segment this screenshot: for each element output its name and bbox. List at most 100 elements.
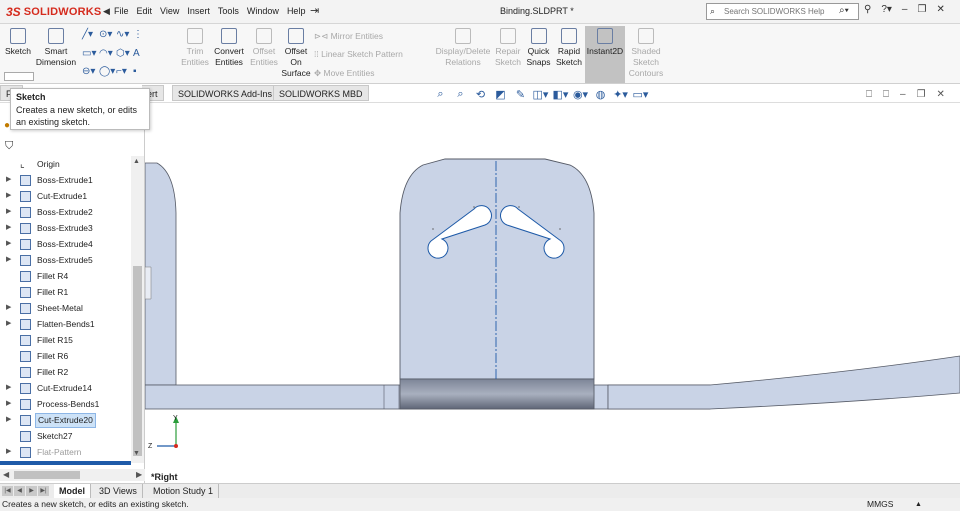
- tree-horizontal-scrollbar[interactable]: ◀ ▶: [0, 469, 145, 481]
- previous-view-icon[interactable]: ⟲: [472, 88, 489, 101]
- expand-arrow-icon[interactable]: ▶: [6, 380, 11, 396]
- expand-arrow-icon[interactable]: ▶: [6, 396, 11, 412]
- tree-item[interactable]: ▶ Cut-Extrude14: [0, 380, 131, 396]
- tree-item[interactable]: ▶ Flatten-Bends1: [0, 316, 131, 332]
- solidworks-logo[interactable]: 3S SOLIDWORKS: [6, 4, 101, 20]
- doc-minimize-icon[interactable]: –: [900, 89, 906, 100]
- trim-entities-button[interactable]: Trim Entities: [180, 28, 210, 68]
- offset-entities-button[interactable]: Offset Entities: [248, 28, 280, 68]
- tree-item[interactable]: ▶ Cut-Extrude20: [0, 412, 131, 428]
- doc-close-icon[interactable]: ✕: [937, 89, 945, 100]
- menu-help[interactable]: Help: [287, 6, 306, 16]
- point-tool-icon[interactable]: ▪: [133, 66, 150, 77]
- expand-arrow-icon[interactable]: ▶: [6, 252, 11, 268]
- rollback-bar[interactable]: [0, 461, 131, 465]
- unit-dropdown-icon[interactable]: ▲: [915, 498, 922, 511]
- tree-item[interactable]: ▶ Sheet-Metal: [0, 300, 131, 316]
- rectangle-tool-icon[interactable]: ▭▾: [82, 48, 99, 59]
- view-orientation-icon[interactable]: ◫▾: [532, 88, 549, 101]
- central-tab[interactable]: [399, 158, 595, 380]
- menu-insert[interactable]: Insert: [187, 6, 210, 16]
- menu-window[interactable]: Window: [247, 6, 279, 16]
- tree-item[interactable]: ▶ Cut-Extrude1: [0, 188, 131, 204]
- linear-pattern-button[interactable]: ⁞⁞ Linear Sketch Pattern: [314, 49, 403, 59]
- tab-3d-views[interactable]: 3D Views: [94, 484, 143, 499]
- help-icon[interactable]: ?▾: [881, 4, 892, 15]
- search-icon[interactable]: ⌕▾: [839, 5, 849, 16]
- display-delete-relations-button[interactable]: Display/Delete Relations: [434, 28, 492, 68]
- tile-view-icon[interactable]: ⎕: [883, 89, 889, 100]
- mirror-small-icon[interactable]: ⋮: [133, 29, 150, 40]
- tree-item[interactable]: Fillet R1: [0, 284, 131, 300]
- smart-dimension-button[interactable]: Smart Dimension: [34, 28, 78, 68]
- help-search-input[interactable]: [724, 6, 834, 17]
- hscrollbar-thumb[interactable]: [14, 471, 80, 479]
- repair-sketch-button[interactable]: Repair Sketch: [494, 28, 522, 68]
- menu-expand-arrow-icon[interactable]: ◀: [103, 6, 110, 17]
- shaded-sketch-contours-button[interactable]: Shaded Sketch Contours: [626, 28, 666, 79]
- unit-system[interactable]: MMGS: [867, 498, 893, 511]
- tree-item[interactable]: ▶ Boss-Extrude4: [0, 236, 131, 252]
- expand-arrow-icon[interactable]: ▶: [6, 316, 11, 332]
- tree-item[interactable]: ▶ Boss-Extrude5: [0, 252, 131, 268]
- convert-entities-button[interactable]: Convert Entities: [211, 28, 247, 68]
- user-icon[interactable]: ⚲: [864, 4, 871, 15]
- scroll-right-icon[interactable]: ▶: [136, 470, 142, 479]
- sketch-dropdown[interactable]: [4, 72, 34, 81]
- filter-icon[interactable]: ⛉: [5, 140, 13, 153]
- zoom-to-area-icon[interactable]: ⌕: [452, 88, 469, 101]
- pin-menu-icon[interactable]: ⇥: [310, 4, 319, 17]
- menu-file[interactable]: File: [114, 6, 129, 16]
- zoom-to-fit-icon[interactable]: ⌕: [432, 88, 449, 101]
- search-scope-icon[interactable]: ⌕: [710, 6, 715, 17]
- tree-item[interactable]: Sketch27: [0, 428, 131, 444]
- scroll-down-icon[interactable]: ▼: [133, 450, 140, 457]
- hide-show-items-icon[interactable]: ◉▾: [572, 88, 589, 101]
- display-style-icon[interactable]: ◧▾: [552, 88, 569, 101]
- fillet-tool-icon[interactable]: ⌐▾: [116, 66, 133, 77]
- prev-tab-icon[interactable]: ◀: [14, 486, 25, 496]
- expand-arrow-icon[interactable]: ▶: [6, 220, 11, 236]
- expand-arrow-icon[interactable]: ▶: [6, 204, 11, 220]
- menu-tools[interactable]: Tools: [218, 6, 239, 16]
- instant2d-button[interactable]: Instant2D: [585, 26, 625, 83]
- sketch-button[interactable]: Sketch: [4, 28, 32, 57]
- slot-tool-icon[interactable]: ⊖▾: [82, 66, 99, 77]
- scroll-left-icon[interactable]: ◀: [3, 470, 9, 479]
- close-window-icon[interactable]: ✕: [936, 4, 944, 15]
- mirror-entities-button[interactable]: ⊳⊲ Mirror Entities: [314, 31, 383, 42]
- right-strip[interactable]: [607, 355, 960, 410]
- tree-item[interactable]: Fillet R4: [0, 268, 131, 284]
- offset-on-surface-button[interactable]: Offset On Surface: [281, 28, 311, 79]
- expand-arrow-icon[interactable]: ▶: [6, 236, 11, 252]
- doc-restore-icon[interactable]: ❐: [917, 89, 926, 100]
- next-tab-icon[interactable]: ▶: [26, 486, 37, 496]
- edit-appearance-icon[interactable]: ◍: [592, 88, 609, 101]
- tree-item-origin[interactable]: ⌞ Origin: [0, 156, 131, 172]
- last-tab-icon[interactable]: ▶|: [38, 486, 49, 496]
- expand-arrow-icon[interactable]: ▶: [6, 188, 11, 204]
- tree-item[interactable]: Fillet R6: [0, 348, 131, 364]
- polygon-tool-icon[interactable]: ⬡▾: [116, 48, 133, 59]
- quick-snaps-button[interactable]: Quick Snaps: [525, 28, 552, 68]
- circle-tool-icon[interactable]: ⊙▾: [99, 29, 116, 40]
- arc-tool-icon[interactable]: ◠▾: [99, 48, 116, 59]
- spline-tool-icon[interactable]: ∿▾: [116, 29, 133, 40]
- graphics-area[interactable]: Y Z: [144, 103, 960, 483]
- section-view-icon[interactable]: ◩: [492, 88, 509, 101]
- scroll-up-icon[interactable]: ▲: [133, 158, 140, 165]
- text-tool-icon[interactable]: A: [133, 48, 150, 59]
- view-settings-icon[interactable]: ▭▾: [632, 88, 649, 101]
- apply-scene-icon[interactable]: ✦▾: [612, 88, 629, 101]
- rapid-sketch-button[interactable]: Rapid Sketch: [555, 28, 583, 68]
- tree-item[interactable]: ▶ Boss-Extrude2: [0, 204, 131, 220]
- expand-arrow-icon[interactable]: ▶: [6, 444, 11, 460]
- line-tool-icon[interactable]: ╱▾: [82, 29, 99, 40]
- tree-item[interactable]: ▶ Flat-Pattern: [0, 444, 131, 460]
- tree-item[interactable]: ▶ Boss-Extrude1: [0, 172, 131, 188]
- move-entities-button[interactable]: ✥ Move Entities: [314, 68, 375, 79]
- expand-arrow-icon[interactable]: ▶: [6, 412, 11, 428]
- ellipse-tool-icon[interactable]: ◯▾: [99, 66, 116, 77]
- expand-arrow-icon[interactable]: ▶: [6, 300, 11, 316]
- expand-arrow-icon[interactable]: ▶: [6, 172, 11, 188]
